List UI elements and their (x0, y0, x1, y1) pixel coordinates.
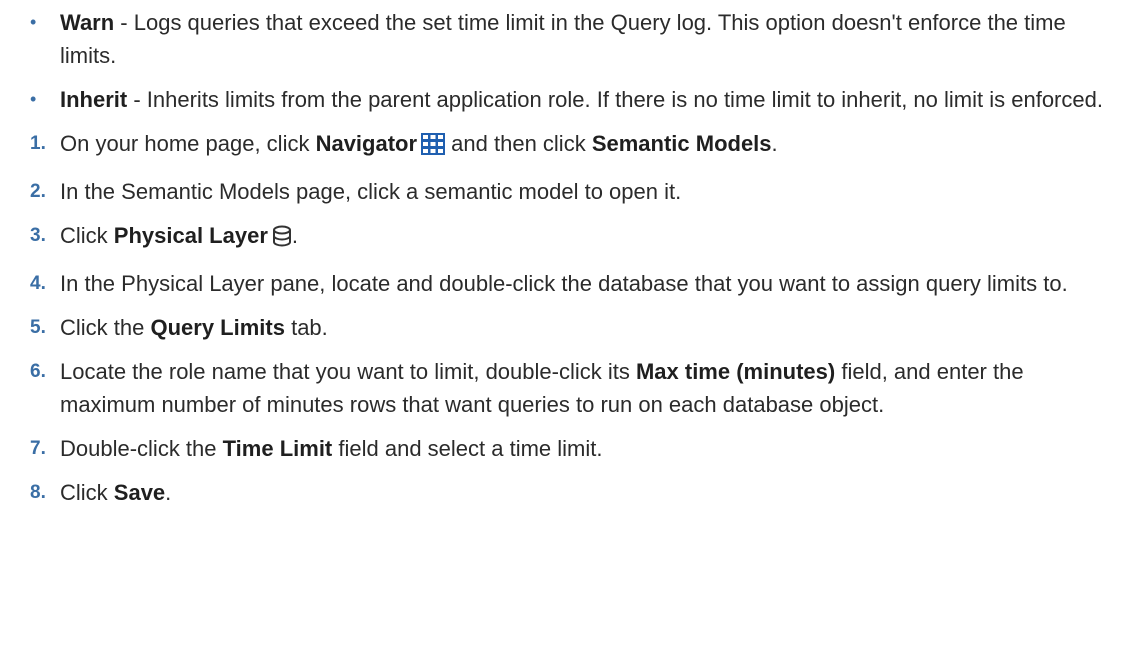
option-description: - Inherits limits from the parent applic… (127, 87, 1103, 112)
document-body: • Warn - Logs queries that exceed the se… (0, 0, 1136, 509)
step-4: 4. In the Physical Layer pane, locate an… (30, 267, 1116, 300)
step-6: 6. Locate the role name that you want to… (30, 355, 1116, 421)
list-item: • Inherit - Inherits limits from the par… (30, 83, 1116, 116)
grid-icon (421, 131, 446, 164)
step-text: Locate the role name that you want to li… (60, 359, 636, 384)
step-text: Click the (60, 315, 151, 340)
step-text: . (165, 480, 172, 505)
step-5: 5. Click the Query Limits tab. (30, 311, 1116, 344)
step-1: 1. On your home page, click Navigator an… (30, 127, 1116, 164)
list-item: • Warn - Logs queries that exceed the se… (30, 6, 1116, 72)
step-text: . (291, 223, 299, 248)
step-text: Click (60, 480, 114, 505)
step-number: 1. (30, 133, 46, 154)
ui-term-save: Save (113, 480, 166, 505)
step-number: 4. (30, 273, 46, 294)
step-text: Double-click the (60, 436, 223, 461)
step-8: 8. Click Save. (30, 476, 1116, 509)
ui-term-time-limit: Time Limit (222, 436, 333, 461)
step-text: and then click (445, 131, 592, 156)
procedure-steps: 1. On your home page, click Navigator an… (30, 127, 1116, 509)
ui-term-physical-layer: Physical Layer (113, 223, 268, 248)
option-term: Warn (60, 10, 115, 35)
step-2: 2. In the Semantic Models page, click a … (30, 175, 1116, 208)
bullet-marker: • (30, 89, 37, 109)
step-text: On your home page, click (60, 131, 316, 156)
step-number: 8. (30, 482, 46, 503)
ui-term-query-limits: Query Limits (150, 315, 285, 340)
bullet-marker: • (30, 12, 37, 32)
option-term: Inherit (60, 87, 128, 112)
step-text: tab. (284, 315, 328, 340)
step-text: In the Physical Layer pane, locate and d… (60, 271, 1068, 296)
step-number: 7. (30, 438, 46, 459)
ui-term-max-time: Max time (minutes) (635, 359, 836, 384)
step-text: In the Semantic Models page, click a sem… (60, 179, 682, 204)
step-number: 3. (30, 225, 46, 246)
step-number: 6. (30, 361, 46, 382)
step-3: 3. Click Physical Layer . (30, 219, 1116, 256)
step-number: 5. (30, 317, 46, 338)
step-text: field and select a time limit. (332, 436, 603, 461)
option-description: - Logs queries that exceed the set time … (60, 10, 1066, 68)
step-number: 2. (30, 181, 46, 202)
database-icon (272, 223, 292, 256)
time-limit-options-list: • Warn - Logs queries that exceed the se… (30, 6, 1116, 116)
step-text: Click (60, 223, 114, 248)
step-7: 7. Double-click the Time Limit field and… (30, 432, 1116, 465)
step-text: . (771, 131, 778, 156)
ui-term-navigator: Navigator (315, 131, 418, 156)
ui-term-semantic-models: Semantic Models (591, 131, 772, 156)
